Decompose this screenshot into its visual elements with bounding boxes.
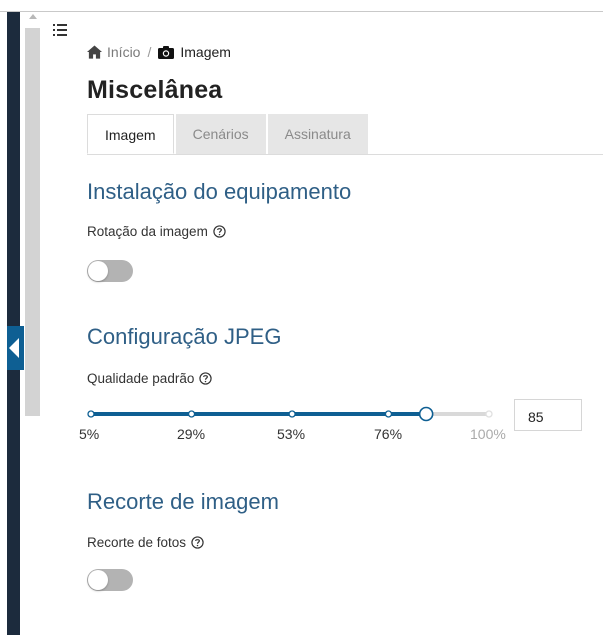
toggle-knob [88, 261, 108, 281]
toggle-knob [88, 570, 108, 590]
help-icon[interactable] [191, 536, 204, 549]
slider-tick-label: 53% [277, 426, 306, 442]
collapse-sidebar-button[interactable] [7, 326, 25, 370]
help-icon[interactable] [199, 372, 213, 385]
slider-tick-label: 76% [374, 426, 403, 442]
breadcrumb: Início / Imagem [87, 44, 231, 60]
quality-label-text: Qualidade padrão [87, 371, 195, 386]
quality-slider-track[interactable] [87, 406, 493, 426]
tab-assinatura[interactable]: Assinatura [267, 114, 368, 154]
breadcrumb-home-link[interactable]: Início [107, 44, 140, 60]
page-title: Miscelânea [87, 76, 223, 104]
tab-bar: Imagem Cenários Assinatura [87, 114, 368, 154]
rotation-label-text: Rotação da imagem [87, 224, 208, 239]
slider-tick-dot [87, 410, 95, 418]
rotation-toggle[interactable] [87, 260, 133, 282]
section-title-crop: Recorte de imagem [87, 489, 279, 514]
slider-tick-dot [288, 410, 296, 418]
breadcrumb-separator: / [147, 44, 152, 60]
slider-tick-dot [384, 410, 393, 418]
scroll-up-arrow-icon[interactable] [29, 14, 37, 19]
slider-tick-dot [187, 410, 196, 418]
left-rail [7, 12, 20, 635]
help-icon[interactable] [213, 225, 226, 238]
home-icon [87, 45, 102, 59]
menu-icon[interactable] [53, 23, 69, 37]
field-label-quality: Qualidade padrão [87, 371, 213, 386]
tab-imagem[interactable]: Imagem [87, 114, 174, 154]
quality-slider[interactable] [87, 406, 493, 426]
quality-value-input[interactable]: 85 [514, 399, 582, 431]
section-title-jpeg: Configuração JPEG [87, 324, 282, 349]
tabs-divider [87, 154, 603, 155]
field-label-crop: Recorte de fotos [87, 535, 204, 550]
slider-tick-label: 100% [470, 426, 506, 442]
crop-toggle[interactable] [87, 569, 133, 591]
scrollbar-thumb[interactable] [25, 28, 40, 416]
window-top-border [0, 11, 603, 12]
breadcrumb-current: Imagem [180, 44, 231, 60]
tab-cenarios[interactable]: Cenários [175, 114, 266, 154]
field-label-rotation: Rotação da imagem [87, 224, 226, 239]
section-title-install: Instalação do equipamento [87, 179, 352, 204]
crop-label-text: Recorte de fotos [87, 535, 187, 550]
slider-tick-label: 5% [79, 426, 100, 442]
slider-handle[interactable] [418, 406, 434, 422]
camera-icon [158, 46, 175, 59]
slider-tick-dot [485, 410, 493, 418]
collapse-arrow-icon [9, 338, 19, 358]
slider-tick-label: 29% [177, 426, 206, 442]
